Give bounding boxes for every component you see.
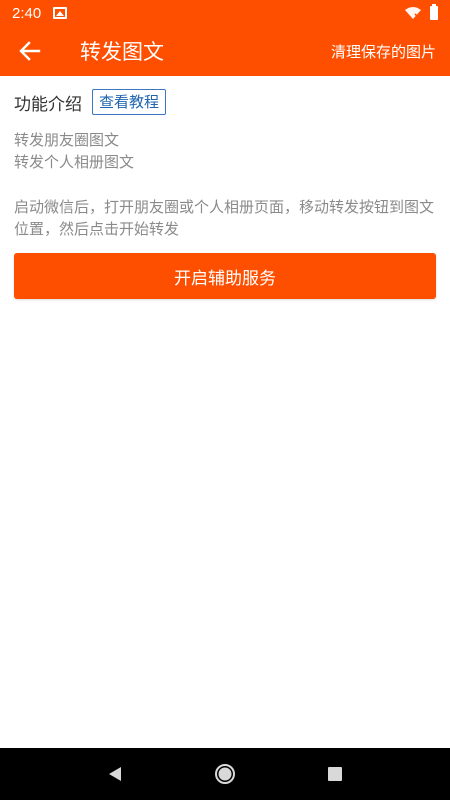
image-icon — [53, 7, 68, 19]
square-recents-icon — [328, 767, 342, 781]
main-content: 功能介绍 查看教程 转发朋友圈图文 转发个人相册图文 启动微信后，打开朋友圈或个… — [0, 76, 450, 299]
status-icons — [404, 4, 438, 20]
intro-label: 功能介绍 — [14, 94, 82, 115]
nav-back-button[interactable] — [91, 750, 139, 798]
system-nav-bar — [0, 748, 450, 800]
triangle-back-icon — [109, 767, 121, 781]
view-tutorial-button[interactable]: 查看教程 — [92, 89, 167, 115]
status-time: 2:40 — [12, 4, 42, 22]
list-item: 转发朋友圈图文 — [14, 131, 120, 149]
screen: 2:40 转发图文 清理保存的图片 功能介绍 查看教程 转发朋友圈图文 转发个人… — [0, 0, 450, 800]
nav-recents-button[interactable] — [311, 750, 359, 798]
arrow-left-icon — [19, 41, 41, 61]
wifi-off-icon — [405, 7, 421, 20]
clear-saved-images-button[interactable]: 清理保存的图片 — [331, 41, 436, 62]
nav-home-button[interactable] — [201, 750, 249, 798]
app-bar: 转发图文 清理保存的图片 — [0, 26, 450, 76]
back-button[interactable] — [0, 26, 60, 76]
feature-list: 转发朋友圈图文 转发个人相册图文 — [14, 129, 436, 173]
intro-row: 功能介绍 查看教程 — [14, 89, 436, 115]
battery-icon — [430, 4, 438, 20]
circle-home-icon — [215, 764, 235, 784]
enable-accessibility-service-button[interactable]: 开启辅助服务 — [14, 253, 436, 299]
instructions-text: 启动微信后，打开朋友圈或个人相册页面，移动转发按钮到图文位置，然后点击开始转发 — [14, 198, 435, 238]
status-bar: 2:40 — [0, 0, 450, 26]
page-title: 转发图文 — [80, 40, 164, 64]
list-item: 转发个人相册图文 — [14, 153, 135, 171]
